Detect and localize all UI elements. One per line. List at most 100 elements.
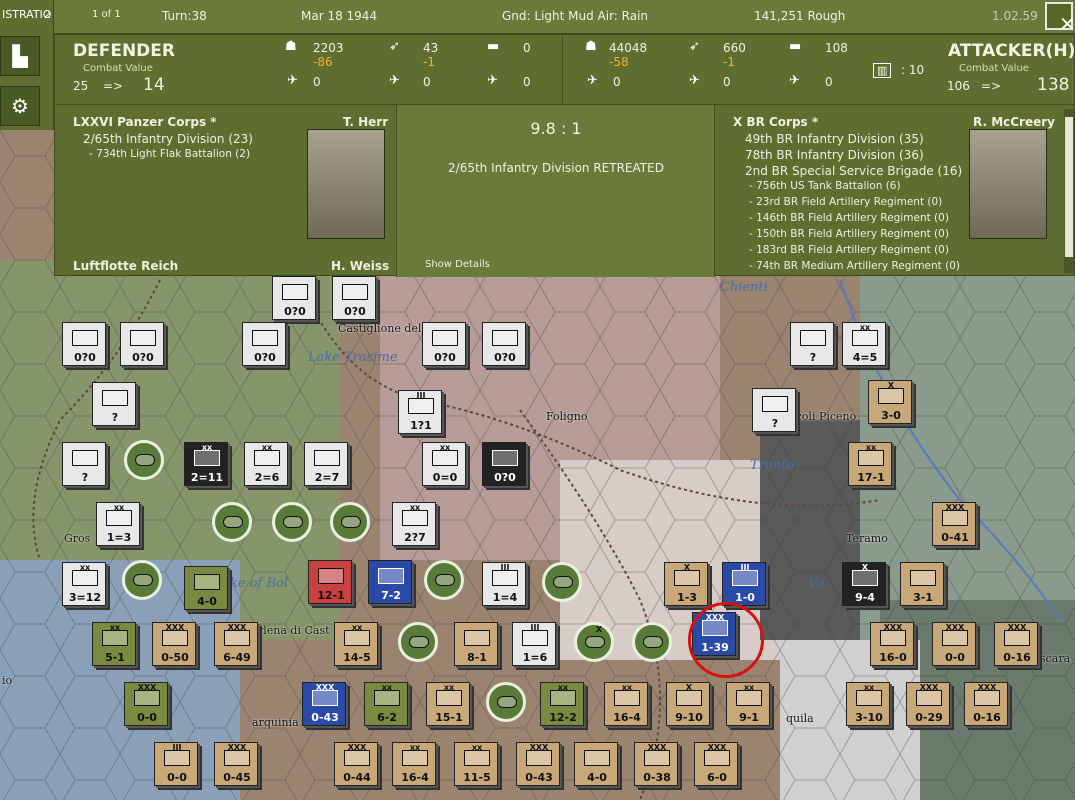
- lake-label: ke of Bol: [230, 576, 289, 591]
- unit-counter[interactable]: xx 3=12: [62, 562, 106, 606]
- river-label: Chienti: [720, 280, 768, 295]
- fighters-count: 0: [313, 75, 321, 89]
- unit-counter[interactable]: xx 9-1: [726, 682, 770, 726]
- unit-counter[interactable]: xx 2=6: [244, 442, 288, 486]
- unit-counter[interactable]: 4-0: [212, 502, 252, 542]
- unit-counter[interactable]: XXX 0-16: [994, 622, 1038, 666]
- unit-counter[interactable]: 1=6: [542, 562, 582, 602]
- unit-type-icon: [800, 330, 826, 346]
- unit-counter[interactable]: xx 6-2: [364, 682, 408, 726]
- unit-counter[interactable]: 1=4: [272, 502, 312, 542]
- settings-button[interactable]: ⚙: [0, 86, 40, 126]
- unit-counter[interactable]: III 1=4: [482, 562, 526, 606]
- unit-counter[interactable]: XXX 0-44: [334, 742, 378, 786]
- unit-counter[interactable]: xx 5-1: [92, 622, 136, 666]
- unit-counter[interactable]: 2=7: [304, 442, 348, 486]
- unit-strength: 1=3: [106, 531, 132, 544]
- unit-counter[interactable]: XXX 0-0: [932, 622, 976, 666]
- unit-type-icon: [553, 576, 573, 588]
- unit-counter[interactable]: XXX 0-29: [906, 682, 950, 726]
- unit-counter[interactable]: xx 2?7: [392, 502, 436, 546]
- unit-counter[interactable]: X1-6: [574, 622, 614, 662]
- unit-counter[interactable]: X 1-3: [664, 562, 708, 606]
- unit-counter[interactable]: ?: [92, 382, 136, 426]
- unit-counter[interactable]: xx 17-1: [848, 442, 892, 486]
- unit-counter[interactable]: XXX 16-0: [870, 622, 914, 666]
- unit-counter[interactable]: III 0-0: [154, 742, 198, 786]
- unit-counter[interactable]: XXX 0-16: [964, 682, 1008, 726]
- unit-counter[interactable]: 3-1: [900, 562, 944, 606]
- unit-counter[interactable]: 4-2: [486, 682, 526, 722]
- unit-counter[interactable]: 4-0: [184, 566, 228, 610]
- unit-counter[interactable]: X 9-4: [842, 562, 886, 606]
- unit-type-icon: [378, 568, 404, 584]
- unit-strength: 0-16: [1003, 651, 1031, 664]
- unit-counter[interactable]: 0?0: [332, 276, 376, 320]
- unit-counter[interactable]: XXX 0-50: [152, 622, 196, 666]
- unit-counter[interactable]: XXX 0-0: [124, 682, 168, 726]
- unit-counter[interactable]: ?: [790, 322, 834, 366]
- unit-counter[interactable]: X 3-0: [868, 380, 912, 424]
- unit-counter[interactable]: XXX 0-41: [932, 502, 976, 546]
- unit-counter[interactable]: 5-1: [632, 622, 672, 662]
- details-scrollbar[interactable]: [1064, 109, 1074, 273]
- unit-counter[interactable]: XXX 0-38: [634, 742, 678, 786]
- unit-strength: 0?0: [284, 305, 306, 318]
- unit-counter[interactable]: 0?0: [422, 322, 466, 366]
- unit-strength: 1?1: [410, 419, 432, 432]
- unit-strength: 7-2: [381, 589, 401, 602]
- attacker-header: ☗ 44048 -58 ➶ 660 -1 ▬ 108 ✈ 0 ✈ 0 ✈ 0 ▥…: [563, 35, 1075, 105]
- unit-counter[interactable]: xx 1=3: [96, 502, 140, 546]
- unit-type-icon: [492, 570, 518, 586]
- unit-counter[interactable]: 0?0: [482, 442, 526, 486]
- unit-counter[interactable]: xx 0=0: [422, 442, 466, 486]
- unit-type-icon: [585, 636, 605, 648]
- unit-counter[interactable]: xx 12-2: [540, 682, 584, 726]
- unit-counter[interactable]: 1=1: [124, 440, 164, 480]
- unit-counter[interactable]: xx 15-1: [426, 682, 470, 726]
- unit-counter[interactable]: xx 16-4: [604, 682, 648, 726]
- unit-counter[interactable]: xx 16-4: [392, 742, 436, 786]
- unit-counter[interactable]: xx 3-10: [846, 682, 890, 726]
- unit-counter[interactable]: 7-2: [368, 560, 412, 604]
- unit-counter[interactable]: 0?0: [120, 322, 164, 366]
- unit-counter[interactable]: ?: [62, 442, 106, 486]
- subunit-line: - 74th BR Medium Artillery Regiment (0): [749, 260, 960, 272]
- unit-type-icon: [102, 630, 128, 646]
- unit-counter[interactable]: XXX 6-49: [214, 622, 258, 666]
- unit-counter[interactable]: 5=7: [424, 560, 464, 600]
- unit-counter[interactable]: 0?0: [62, 322, 106, 366]
- unit-type-icon: [162, 630, 188, 646]
- date-label: Mar 18 1944: [301, 9, 378, 23]
- unit-type-icon: [856, 690, 882, 706]
- unit-counter[interactable]: 8-1: [454, 622, 498, 666]
- unit-counter[interactable]: 0?0: [482, 322, 526, 366]
- unit-counter[interactable]: xx 11-5: [454, 742, 498, 786]
- unit-counter[interactable]: III 1=6: [512, 622, 556, 666]
- guns-loss: -1: [423, 55, 435, 69]
- unit-counter[interactable]: xx 2=11: [184, 442, 228, 486]
- unit-counter[interactable]: 0?0: [272, 276, 316, 320]
- subunit-line: - 23rd BR Field Artillery Regiment (0): [749, 196, 943, 208]
- unit-counter[interactable]: XXX 6-0: [694, 742, 738, 786]
- unit-counter[interactable]: 2=3: [122, 560, 162, 600]
- unit-counter[interactable]: 0?0: [242, 322, 286, 366]
- unit-counter[interactable]: 7-2: [330, 502, 370, 542]
- unit-counter[interactable]: xx 14-5: [334, 622, 378, 666]
- unit-counter[interactable]: III 1?1: [398, 390, 442, 434]
- show-details-link[interactable]: Show Details: [425, 259, 490, 270]
- unit-counter[interactable]: XXX 0-43: [302, 682, 346, 726]
- close-button[interactable]: ✕: [1045, 2, 1075, 35]
- recon-icon: ✈: [789, 73, 800, 88]
- unit-counter[interactable]: III 1-0: [722, 562, 766, 606]
- unit-counter[interactable]: ?: [752, 388, 796, 432]
- unit-counter[interactable]: 3-20: [398, 622, 438, 662]
- unit-counter[interactable]: 4-0: [574, 742, 618, 786]
- production-button[interactable]: ▙: [0, 36, 40, 76]
- unit-counter[interactable]: xx 4=5: [842, 322, 886, 366]
- subunit-line: - 146th BR Field Artillery Regiment (0): [749, 212, 949, 224]
- unit-counter[interactable]: X 9-10: [666, 682, 710, 726]
- unit-counter[interactable]: XXX 0-43: [516, 742, 560, 786]
- unit-counter[interactable]: XXX 0-45: [214, 742, 258, 786]
- unit-counter[interactable]: 12-1: [308, 560, 352, 604]
